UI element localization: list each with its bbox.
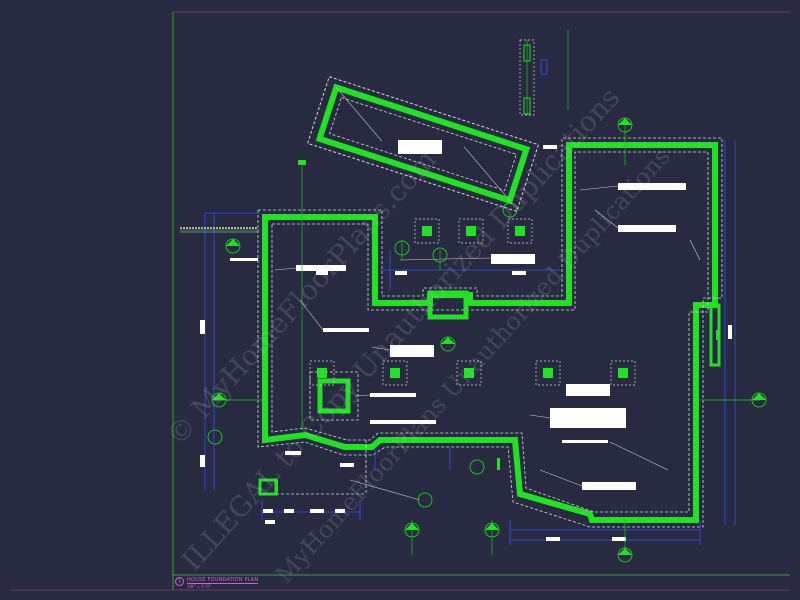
pier-stack-top xyxy=(519,39,548,116)
porch-pier xyxy=(258,478,278,496)
foundation-wall-outline xyxy=(262,142,718,523)
dimension-labels xyxy=(200,145,732,541)
detail-number-bubble: 1 xyxy=(175,577,184,586)
title-text-group: HOUSE FOUNDATION PLAN 1/8" = 1'-0" xyxy=(187,577,259,590)
note-labels xyxy=(230,183,686,490)
drawing-viewport[interactable]: © MyHomeFloorPlans.com ILLEGAL to Copy U… xyxy=(0,0,800,600)
dimension-lines xyxy=(204,140,736,545)
slab-label xyxy=(398,140,442,154)
fireplace-footing xyxy=(317,378,351,414)
sheet-scale: 1/8" = 1'-0" xyxy=(187,584,211,589)
leader-lines xyxy=(274,185,701,501)
sheet-title-block: 1 HOUSE FOUNDATION PLAN 1/8" = 1'-0" xyxy=(175,577,259,590)
sheet-title: HOUSE FOUNDATION PLAN xyxy=(187,577,259,584)
foundation-plan-canvas xyxy=(10,11,790,591)
